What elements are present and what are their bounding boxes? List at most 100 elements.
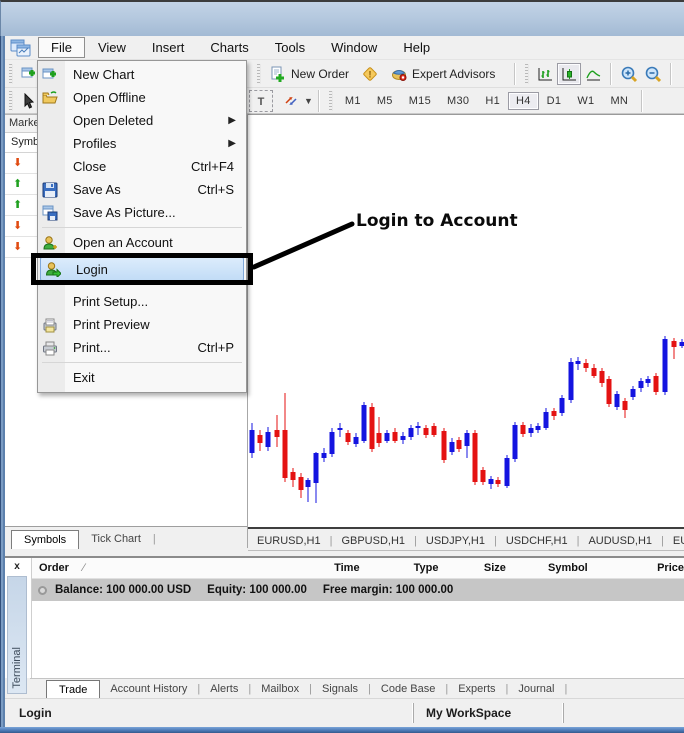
balance-text: Balance: 100 000.00 USDEquity: 100 000.0… xyxy=(55,584,469,596)
menu-shortcut: Ctrl+P xyxy=(198,340,240,355)
svg-text:T: T xyxy=(258,96,265,108)
window-titlebar[interactable] xyxy=(0,0,684,36)
candlestick-chart-icon[interactable] xyxy=(557,63,581,85)
timeframe-h1[interactable]: H1 xyxy=(477,92,508,110)
zoom-out-icon[interactable] xyxy=(641,63,665,85)
file-menu-item-login[interactable]: Login xyxy=(40,257,244,281)
file-menu-item-open-deleted[interactable]: Open Deleted▶ xyxy=(38,109,246,132)
menu-bar: FileViewInsertChartsToolsWindowHelp xyxy=(5,36,684,60)
terminal-column-size[interactable]: Size xyxy=(439,562,506,574)
line-chart-icon[interactable] xyxy=(581,63,605,85)
file-menu-item-open-offline[interactable]: Open Offline xyxy=(38,86,246,109)
file-menu-item-profiles[interactable]: Profiles▶ xyxy=(38,132,246,155)
chart-tab-eurusd-h1[interactable]: EURUSD,H1 xyxy=(248,533,330,549)
terminal-tab-experts[interactable]: Experts xyxy=(448,680,505,698)
timeframe-m1[interactable]: M1 xyxy=(337,92,369,110)
annotation-label: Login to Account xyxy=(356,211,518,231)
toolbar-separator xyxy=(318,90,320,112)
file-menu-item-print-preview[interactable]: Print Preview xyxy=(38,313,246,336)
timeframe-m15[interactable]: M15 xyxy=(401,92,439,110)
svg-text:!: ! xyxy=(369,69,372,79)
cycle-lines-icon[interactable] xyxy=(279,90,303,112)
menu-charts[interactable]: Charts xyxy=(197,37,261,58)
expert-advisors-button[interactable]: Expert Advisors xyxy=(386,64,500,84)
new-chart-icon[interactable] xyxy=(21,66,37,82)
no-icon xyxy=(42,294,66,310)
terminal-tab-journal[interactable]: Journal xyxy=(508,680,564,698)
terminal-tab-code-base[interactable]: Code Base xyxy=(371,680,445,698)
file-menu-item-exit[interactable]: Exit xyxy=(38,366,246,389)
timeframe-m5[interactable]: M5 xyxy=(369,92,401,110)
market-watch-tabs: Symbols Tick Chart | xyxy=(5,526,247,548)
chart-tab-usdjpy-h1[interactable]: USDJPY,H1 xyxy=(417,533,494,549)
chart-window[interactable] xyxy=(248,114,684,529)
cursor-pointer-icon[interactable] xyxy=(21,93,37,109)
close-icon[interactable]: x xyxy=(10,561,24,574)
file-menu-item-open-an-account[interactable]: Open an Account xyxy=(38,231,246,254)
chart-tab-gbpusd-h1[interactable]: GBPUSD,H1 xyxy=(332,533,414,549)
chart-tab-audusd-h1[interactable]: AUDUSD,H1 xyxy=(579,533,661,549)
file-menu-item-close[interactable]: CloseCtrl+F4 xyxy=(38,155,246,178)
menu-help[interactable]: Help xyxy=(390,37,443,58)
menu-item-label: Open an Account xyxy=(66,235,240,250)
submenu-arrow-icon: ▶ xyxy=(228,115,240,126)
file-menu-item-save-as-picture[interactable]: Save As Picture... xyxy=(38,201,246,224)
terminal-column-symbol[interactable]: Symbol xyxy=(506,562,588,574)
status-workspace-text[interactable]: My WorkSpace xyxy=(413,703,563,723)
warning-icon[interactable]: ! xyxy=(362,66,378,82)
timeframe-w1[interactable]: W1 xyxy=(569,92,602,110)
zoom-in-icon[interactable] xyxy=(617,63,641,85)
terminal-tab-alerts[interactable]: Alerts xyxy=(200,680,248,698)
toolbar-drag-handle[interactable] xyxy=(257,64,261,84)
file-menu-item-new-chart[interactable]: New Chart xyxy=(38,63,246,86)
menu-shortcut: Ctrl+F4 xyxy=(191,159,240,174)
menu-item-label: Print Preview xyxy=(66,317,240,332)
terminal-tab-mailbox[interactable]: Mailbox xyxy=(251,680,309,698)
timeframe-m30[interactable]: M30 xyxy=(439,92,477,110)
print-preview-icon xyxy=(42,317,66,333)
terminal-column-order[interactable]: Order∕ xyxy=(32,562,273,574)
file-menu-item-save-as[interactable]: Save AsCtrl+S xyxy=(38,178,246,201)
new-order-button[interactable]: New Order xyxy=(265,64,354,84)
file-menu-item-print-setup[interactable]: Print Setup... xyxy=(38,290,246,313)
menu-item-label: Print... xyxy=(66,340,198,355)
terminal-tabs-bar: TradeAccount History|Alerts|Mailbox|Sign… xyxy=(30,678,684,698)
menu-separator xyxy=(38,224,246,231)
menu-window[interactable]: Window xyxy=(318,37,390,58)
chart-tab-euru[interactable]: EURU xyxy=(664,533,684,549)
printer-icon xyxy=(42,340,66,356)
menu-file[interactable]: File xyxy=(38,37,85,58)
tab-tick-chart[interactable]: Tick Chart xyxy=(79,530,153,548)
menu-item-label: Open Offline xyxy=(66,90,240,105)
bar-chart-icon[interactable] xyxy=(533,63,557,85)
toolbar-drag-handle[interactable] xyxy=(9,91,13,111)
timeframe-mn[interactable]: MN xyxy=(602,92,636,110)
timeframe-d1[interactable]: D1 xyxy=(539,92,570,110)
menu-insert[interactable]: Insert xyxy=(139,37,198,58)
toolbar-drag-handle[interactable] xyxy=(9,64,13,84)
terminal-column-time[interactable]: Time xyxy=(273,562,360,574)
terminal-tab-trade[interactable]: Trade xyxy=(46,680,100,699)
menu-tools[interactable]: Tools xyxy=(262,37,318,58)
balance-segment: Equity: 100 000.00 xyxy=(207,584,307,596)
chevron-down-icon[interactable]: ▼ xyxy=(304,96,313,106)
terminal-tab-account-history[interactable]: Account History xyxy=(100,680,197,698)
chart-tab-usdchf-h1[interactable]: USDCHF,H1 xyxy=(497,533,577,549)
menu-view[interactable]: View xyxy=(85,37,139,58)
terminal-vertical-tab[interactable]: Terminal xyxy=(7,576,27,694)
chart-tabs-bar: EURUSD,H1|GBPUSD,H1|USDJPY,H1|USDCHF,H1|… xyxy=(248,531,684,551)
timeframe-h4[interactable]: H4 xyxy=(508,92,539,110)
terminal-tab-signals[interactable]: Signals xyxy=(312,680,368,698)
new-order-icon xyxy=(270,66,286,82)
toolbar-drag-handle[interactable] xyxy=(329,91,333,111)
text-label-icon[interactable]: T xyxy=(249,90,273,112)
file-menu-item-print[interactable]: Print...Ctrl+P xyxy=(38,336,246,359)
terminal-panel: x Order∕TimeTypeSizeSymbolPrice Balance:… xyxy=(5,556,684,678)
tab-symbols[interactable]: Symbols xyxy=(11,530,79,549)
toolbar-drag-handle[interactable] xyxy=(525,64,529,84)
balance-segment: Free margin: 100 000.00 xyxy=(323,584,453,596)
toolbar-separator xyxy=(670,63,672,85)
no-icon xyxy=(42,136,66,152)
terminal-column-type[interactable]: Type xyxy=(360,562,439,574)
terminal-column-price[interactable]: Price xyxy=(588,562,684,574)
